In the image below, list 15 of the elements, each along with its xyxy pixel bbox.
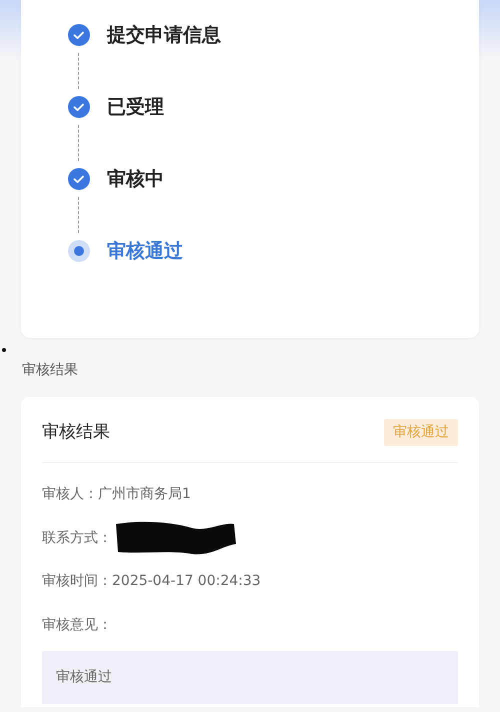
step-label: 提交申请信息 [107,22,221,48]
field-value: 广州市商务局1 [98,485,191,504]
field-label: 审核时间： [42,572,112,592]
field-label: 联系方式： [42,528,112,548]
step-label: 审核中 [107,166,164,192]
bullet-dot [2,348,6,352]
field-label: 审核意见： [42,616,112,635]
card-title: 审核结果 [42,420,110,444]
section-title: 审核结果 [22,361,79,380]
status-tag: 审核通过 [384,419,458,446]
review-opinion: 审核通过 [42,651,458,704]
field-label: 审核人： [42,485,98,504]
step-label: 审核通过 [107,238,183,264]
step-label: 已受理 [107,94,164,120]
field-value: 2025-04-17 00:24:33 [112,572,261,592]
